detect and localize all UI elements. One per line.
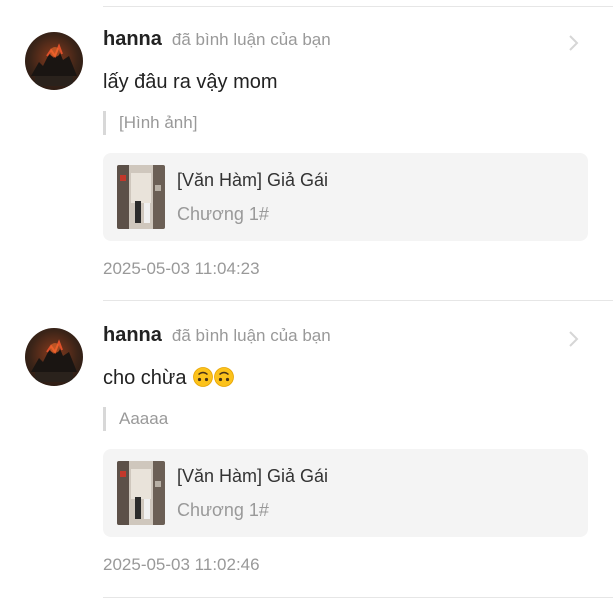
bottom-divider — [103, 597, 613, 598]
upside-down-face-emoji-icon — [193, 367, 213, 387]
chapter-card[interactable]: [Văn Hàm] Giả Gái Chương 1# — [103, 449, 588, 537]
username[interactable]: hanna — [103, 324, 162, 347]
quoted-text: [Hình ảnh] — [103, 111, 197, 135]
user-avatar[interactable] — [25, 328, 83, 386]
card-subtitle: Chương 1# — [177, 500, 269, 520]
notification-item[interactable]: hanna đã bình luận của bạn cho chừa Aaaa… — [0, 303, 613, 593]
card-title: [Văn Hàm] Giả Gái — [177, 170, 329, 190]
user-avatar[interactable] — [25, 32, 83, 90]
comment-body: lấy đâu ra vậy mom — [103, 71, 278, 93]
chevron-right-icon[interactable] — [566, 33, 582, 53]
notification-item[interactable]: hanna đã bình luận của bạn lấy đâu ra vậ… — [0, 7, 613, 297]
item-divider — [103, 300, 613, 301]
timestamp: 2025-05-03 11:04:23 — [103, 259, 260, 278]
avatar-image — [31, 43, 77, 86]
upside-down-face-emoji-icon — [214, 367, 234, 387]
timestamp: 2025-05-03 11:02:46 — [103, 555, 260, 574]
card-subtitle: Chương 1# — [177, 204, 269, 224]
chapter-card[interactable]: [Văn Hàm] Giả Gái Chương 1# — [103, 153, 588, 241]
chevron-right-icon[interactable] — [566, 329, 582, 349]
action-text: đã bình luận của bạn — [171, 30, 331, 49]
quoted-text: Aaaaa — [103, 407, 168, 431]
comment-text: lấy đâu ra vậy mom — [103, 71, 278, 94]
book-cover-thumbnail — [117, 165, 165, 229]
username[interactable]: hanna — [103, 28, 162, 51]
action-text: đã bình luận của bạn — [171, 326, 331, 345]
comment-text: cho chừa — [103, 367, 234, 390]
comment-body: cho chừa — [103, 367, 187, 389]
avatar-image — [31, 339, 77, 382]
card-title: [Văn Hàm] Giả Gái — [177, 466, 329, 486]
book-cover-thumbnail — [117, 461, 165, 525]
